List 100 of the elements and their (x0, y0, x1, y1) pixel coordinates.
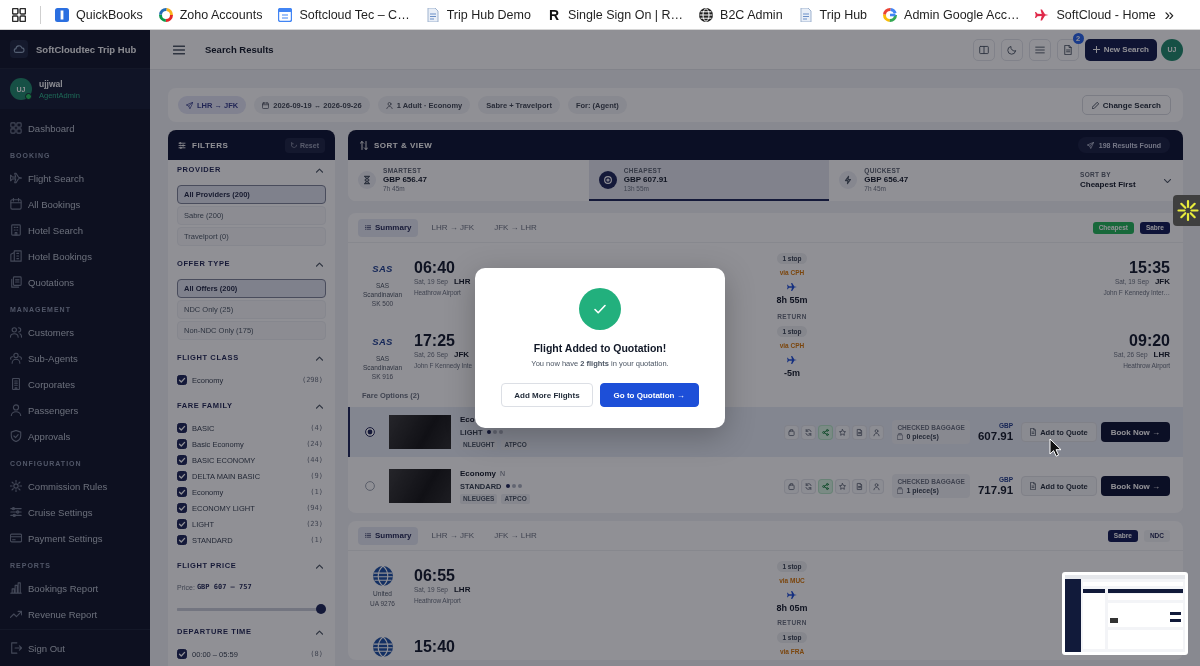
add-more-flights-button[interactable]: Add More Flights (501, 383, 593, 407)
group-icon (10, 352, 22, 364)
hourglass-icon (358, 170, 376, 189)
card-icon (10, 532, 22, 544)
chevron-up-icon[interactable] (316, 403, 323, 409)
trend-line-icon (10, 608, 22, 620)
fare-name: Eco (460, 414, 475, 424)
checkbox[interactable] (177, 423, 187, 433)
pencil-icon (1091, 101, 1099, 109)
list-icon (365, 225, 371, 230)
result-tab[interactable]: JFK → LHR (487, 218, 544, 237)
nav-link[interactable]: Bookings Report (0, 575, 150, 601)
bookmark-link[interactable]: R Single Sign On | R… (546, 7, 684, 22)
bookmark-link[interactable]: QuickBooks (55, 7, 143, 22)
bookmark-link[interactable]: SoftCloud - Home (1035, 7, 1156, 22)
nav-link[interactable]: Quotations (0, 269, 150, 295)
chevron-up-icon[interactable] (316, 629, 323, 635)
go-to-quotation-button[interactable]: Go to Quotation → (599, 383, 699, 407)
sort-arrows-icon (360, 140, 368, 150)
sign-out-link[interactable]: Sign Out (0, 635, 150, 661)
new-search-button[interactable]: New Search (1084, 38, 1157, 61)
bookmark-link[interactable]: Admin Google Acc… (883, 7, 1020, 22)
nav-link[interactable]: Sub-Agents (0, 345, 150, 371)
nav-link[interactable]: Revenue Report (0, 601, 150, 627)
chevron-up-icon[interactable] (316, 355, 323, 361)
chevron-up-icon[interactable] (316, 167, 323, 173)
photo-placeholder (389, 469, 451, 503)
app-title: SoftCloudtec Trip Hub (36, 43, 137, 55)
screenshot-thumbnail[interactable] (1062, 572, 1188, 655)
change-search-button[interactable]: Change Search (1081, 95, 1171, 115)
flight-duration: 8h 05m (776, 603, 808, 613)
checkbox[interactable] (177, 487, 187, 497)
letter-logo: R (547, 7, 560, 22)
nav-link[interactable]: Dashboard (0, 115, 150, 141)
bar-chart-icon (10, 582, 22, 594)
bookmark-link[interactable]: Zoho Accounts (158, 7, 263, 22)
documents-icon (10, 276, 22, 288)
slider-thumb[interactable] (316, 604, 326, 614)
checkbox[interactable] (177, 649, 187, 659)
menu-icon[interactable] (173, 44, 185, 55)
fare-price: 607.91 (977, 429, 1014, 443)
nav-link[interactable]: Customers (0, 319, 150, 345)
checkbox[interactable] (177, 455, 187, 465)
result-tab[interactable]: Summary (358, 218, 419, 237)
bookmark-link[interactable]: Trip Hub (798, 7, 868, 22)
nav-link[interactable]: Hotel Bookings (0, 243, 150, 269)
result-tab[interactable]: LHR → JFK (424, 218, 482, 237)
checkbox[interactable] (177, 503, 187, 513)
nav-link[interactable]: Corporates (0, 371, 150, 397)
checkbox[interactable] (177, 519, 187, 529)
moon-icon (1006, 44, 1017, 55)
result-tab[interactable]: JFK → LHR (487, 526, 544, 545)
send-icon (186, 101, 193, 109)
checkbox[interactable] (177, 439, 187, 449)
result-tab[interactable]: Summary (358, 526, 419, 545)
checkbox[interactable] (177, 471, 187, 481)
building-icon (10, 224, 22, 236)
cursor-icon (1049, 438, 1062, 457)
document-icon (425, 7, 440, 22)
sign-out-icon (10, 642, 22, 654)
departure-time: 15:40 (414, 638, 455, 656)
bookmark-link[interactable]: B2C Admin (699, 7, 783, 22)
bag-icon (897, 433, 904, 440)
chevron-up-icon[interactable] (316, 563, 323, 569)
nav-link[interactable]: Flight Search (0, 165, 150, 191)
more-bookmarks-button[interactable]: » (1164, 4, 1174, 25)
send-icon (1086, 141, 1094, 149)
globe-icon (699, 7, 714, 22)
layout-button[interactable] (972, 38, 995, 61)
nav-link[interactable]: Cruise Settings (0, 499, 150, 525)
radio-button[interactable] (365, 481, 375, 491)
quotation-button[interactable] (1056, 38, 1079, 61)
bookmark-link[interactable]: Trip Hub Demo (425, 7, 531, 22)
globe-logo-icon (372, 566, 393, 586)
calendar-icon (10, 198, 22, 210)
checkbox[interactable] (177, 375, 187, 385)
nav-link[interactable]: All Bookings (0, 191, 150, 217)
book-now-button[interactable]: Book Now → (1100, 422, 1170, 442)
airport-code: LHR (454, 277, 471, 287)
result-tab[interactable]: LHR → JFK (424, 526, 482, 545)
book-icon (978, 44, 989, 55)
office-icon (10, 378, 22, 390)
apps-grid-icon[interactable] (12, 7, 26, 22)
sun-icon (10, 480, 22, 492)
chevron-up-icon[interactable] (316, 261, 323, 267)
shield-check-icon (10, 430, 22, 442)
nav-link[interactable]: Passengers (0, 397, 150, 423)
book-now-button[interactable]: Book Now → (1100, 476, 1170, 496)
nav-link[interactable]: Approvals (0, 423, 150, 449)
chevron-down-icon (1164, 178, 1171, 183)
nav-link[interactable]: Commission Rules (0, 473, 150, 499)
calendar-icon (278, 7, 293, 22)
nav-link[interactable]: Hotel Search (0, 217, 150, 243)
nav-link[interactable]: Payment Settings (0, 525, 150, 551)
plane-icon (787, 356, 797, 364)
sparkle-icon[interactable] (1173, 195, 1200, 226)
flight-duration: 8h 55m (776, 295, 808, 305)
checkbox[interactable] (177, 535, 187, 545)
radio-button[interactable] (365, 427, 375, 437)
bookmark-link[interactable]: Softcloud Tec – C… (278, 7, 410, 22)
